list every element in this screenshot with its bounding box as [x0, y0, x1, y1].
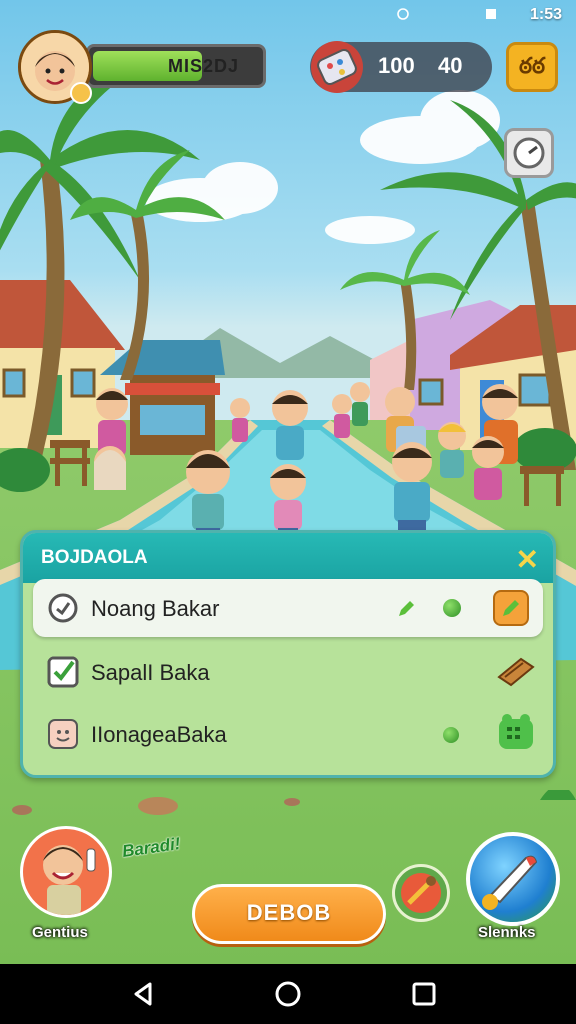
- currency-b-value: 40: [438, 53, 463, 78]
- clock: 1:53: [529, 6, 562, 23]
- row-label: SapalI Baka: [91, 660, 210, 685]
- panel-title: BOJDAOLA: [41, 547, 148, 568]
- play-button[interactable]: DEBOB: [192, 884, 386, 944]
- back-icon[interactable]: [128, 978, 160, 1010]
- character-button[interactable]: [20, 826, 112, 918]
- rocket-icon: [482, 855, 538, 910]
- panel-header: BOJDAOLA ✕: [23, 533, 553, 583]
- edit-button[interactable]: [493, 590, 529, 626]
- home-icon[interactable]: [272, 978, 304, 1010]
- row-label: Noang Bakar: [91, 596, 220, 621]
- player-name: MIS2DJ: [167, 56, 239, 76]
- lock-check-icon: [48, 593, 78, 623]
- gauge-icon: [513, 137, 545, 169]
- gauge-button[interactable]: [504, 128, 554, 178]
- row-label: IIonageaBaka: [91, 722, 227, 747]
- status-bar: 1:53: [0, 0, 576, 30]
- shop-label: Slennks: [478, 924, 536, 941]
- xp-bar: MIS2DJ: [86, 44, 266, 88]
- book-icon[interactable]: [495, 651, 537, 693]
- keypad-icon[interactable]: [495, 711, 537, 753]
- pencil-icon: [399, 601, 414, 616]
- character-portrait-icon: [43, 845, 96, 915]
- status-dot: [443, 599, 461, 617]
- alarm-icon: [397, 8, 409, 20]
- close-button[interactable]: ✕: [516, 543, 539, 576]
- shop-button[interactable]: [466, 832, 560, 926]
- panel-row-2[interactable]: SapalI Baka: [33, 643, 543, 701]
- recents-icon[interactable]: [408, 978, 440, 1010]
- quest-panel: BOJDAOLA ✕ Noang Bakar SapalI Baka IIona…: [20, 530, 556, 778]
- checkbox-icon: [47, 656, 79, 688]
- system-nav-bar: [0, 964, 576, 1024]
- currency-a-value: 100: [378, 53, 415, 78]
- panel-row-1[interactable]: Noang Bakar: [33, 579, 543, 637]
- battery-icon: [486, 9, 496, 19]
- level-badge: [70, 82, 92, 104]
- menu-button[interactable]: ఠఠ: [506, 42, 558, 92]
- currency-counter[interactable]: 100 40: [310, 41, 492, 93]
- gem-chest-icon: [311, 41, 363, 93]
- tools-icon: [401, 873, 441, 913]
- character-label: Gentius: [32, 924, 88, 941]
- panel-row-3[interactable]: IIonageaBaka: [33, 705, 543, 763]
- player-profile[interactable]: MIS2DJ: [18, 30, 270, 106]
- tools-button[interactable]: [392, 864, 450, 922]
- status-dot: [443, 727, 459, 743]
- edit-icon: [503, 600, 519, 616]
- face-icon: [48, 719, 78, 749]
